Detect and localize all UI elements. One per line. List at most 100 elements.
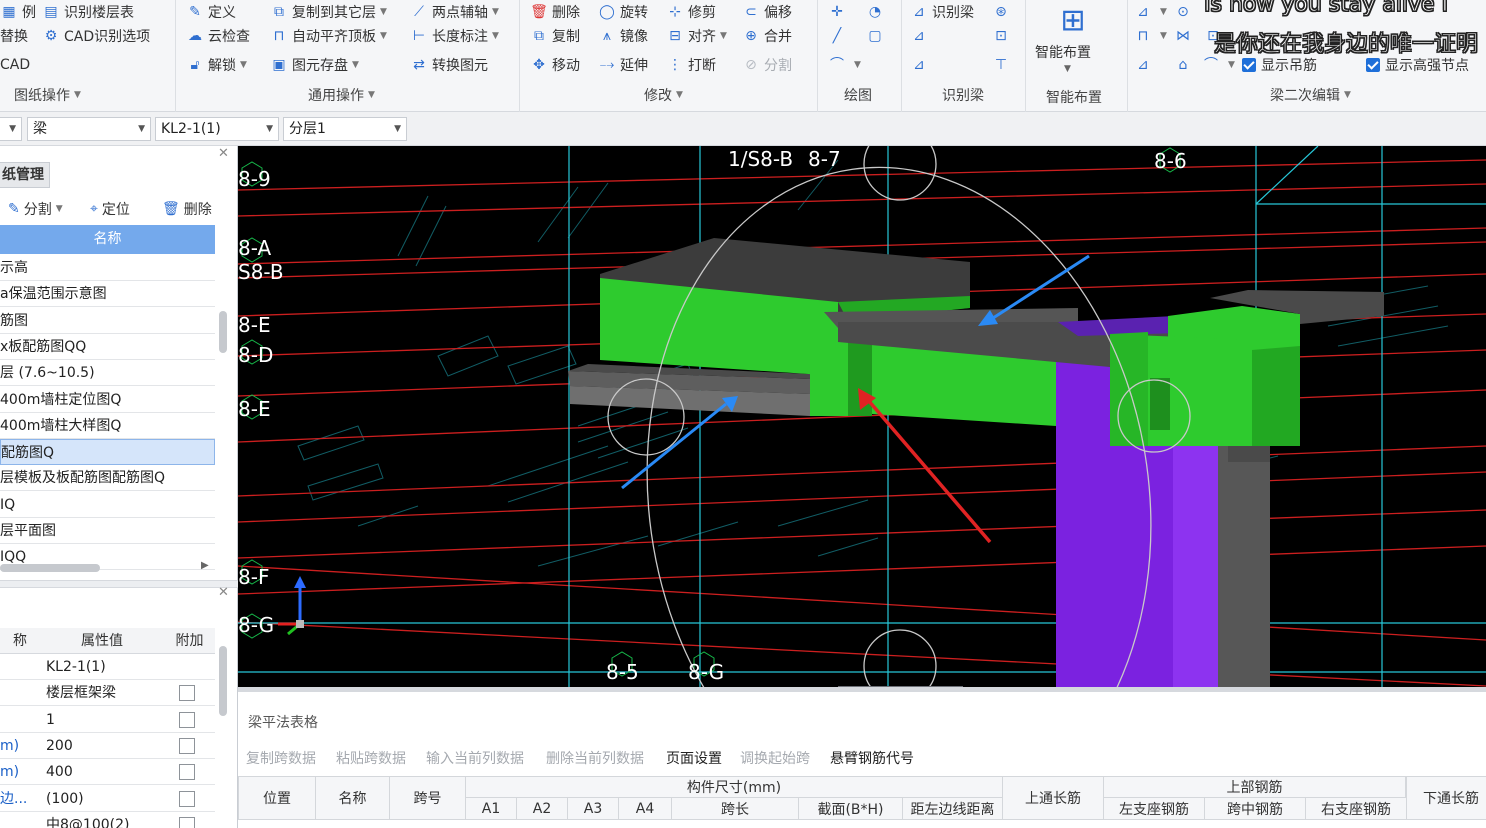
drawing-list-item[interactable]: a保温范围示意图 [0,281,215,308]
beam-edit-tool-2[interactable]: ⊙ [1174,0,1196,24]
rotate-button[interactable]: ◯ 旋转 [598,0,648,24]
drawing-list-item[interactable]: 400m墙柱定位图Q [0,387,215,413]
identify-tool-5-button[interactable]: ⊤ [992,53,1014,77]
split-drawing-button[interactable]: ✎ 分割 ▼ [8,198,63,220]
auto-align-roof-button[interactable]: ⊓ 自动平齐顶板 ▼ [270,24,387,48]
copy-span-button[interactable]: 复制跨数据 [246,748,316,768]
merge-button[interactable]: ⊕ 合并 [742,24,792,48]
break-button[interactable]: ⋮ 打断 [666,53,716,77]
cloud-check-button[interactable]: ☁ 云检查 [186,24,250,48]
drawing-list-item[interactable]: 筋图 [0,308,215,334]
beam-edit-tool-4[interactable]: ⋈ [1174,24,1196,48]
drawing-list-item[interactable]: x板配筋图QQ [0,334,215,360]
identify-tool-1-button[interactable]: ⊛ [992,0,1014,24]
draw-point-button[interactable]: ✛ [828,0,850,24]
scroll-right-icon[interactable]: ▶ [201,560,209,571]
floor-select[interactable]: ▼ [0,117,22,141]
property-value[interactable]: 1 [46,707,161,733]
element-type-select[interactable]: 梁 ▼ [27,117,151,141]
property-value[interactable]: (100) [46,786,161,812]
property-row[interactable]: KL2-1(1) [0,654,215,680]
drawing-list-item[interactable]: 层模板及板配筋图配筋图Q [0,465,215,492]
move-button[interactable]: ✥ 移动 [530,53,580,77]
locate-drawing-button[interactable]: ⌖ 定位 [90,198,130,220]
property-value[interactable]: 楼层框架梁 [46,680,161,706]
property-row[interactable]: 1 [0,707,215,733]
property-value[interactable]: 中8@100(2) [46,812,161,828]
close-icon[interactable]: ✕ [218,585,229,600]
extend-button[interactable]: ⤍ 延伸 [598,53,648,77]
property-row[interactable]: m) 400 [0,759,215,786]
split-button[interactable]: ⊘ 分割 [742,53,792,77]
delete-drawing-button[interactable]: 🗑︎ 删除 [162,198,212,220]
group-title-modify[interactable]: 修改 ▼ [644,84,683,106]
property-value[interactable]: 400 [46,759,161,785]
property-scrollbar[interactable] [219,646,227,716]
close-icon[interactable]: ✕ [218,146,229,161]
element-name-select[interactable]: KL2-1(1) ▼ [155,117,279,141]
delete-column-button[interactable]: 删除当前列数据 [546,748,644,768]
property-row[interactable]: 楼层框架梁 [0,680,215,707]
paste-span-button[interactable]: 粘贴跨数据 [336,748,406,768]
panel-splitter[interactable] [0,580,238,588]
property-row[interactable]: m) 200 [0,733,215,759]
draw-rect-button[interactable]: ▢ [866,24,888,48]
property-value[interactable]: KL2-1(1) [46,654,161,680]
group-title-beam-edit[interactable]: 梁二次编辑 ▼ [1270,84,1351,106]
group-title-drawing-ops[interactable]: 图纸操作 ▼ [14,84,81,106]
identify-beam-button[interactable]: ⊿ 识别梁 [910,0,974,24]
drawing-list-item[interactable]: IQ [0,492,215,518]
cad-options-button[interactable]: ⚙ CAD识别选项 [42,24,150,48]
align-button[interactable]: ⊟ 对齐 ▼ [666,24,727,48]
extra-checkbox[interactable] [179,764,195,781]
drawing-list-item[interactable]: 层 (7.6~10.5) [0,360,215,387]
drawing-list-hscrollbar[interactable] [0,564,100,572]
property-value[interactable]: 200 [46,733,161,759]
length-mark-button[interactable]: ⊢ 长度标注 ▼ [410,24,499,48]
beam-edit-tool-1[interactable]: ⊿ ▼ [1134,0,1167,24]
draw-line-button[interactable]: ╱ [828,24,850,48]
example-button[interactable]: ▦ 例 [0,0,36,24]
identify-tool-3-button[interactable]: ⊡ [992,24,1014,48]
copy-button[interactable]: ⧉ 复制 [530,24,580,48]
extra-checkbox[interactable] [179,685,195,702]
mirror-button[interactable]: ⩚ 镜像 [598,24,648,48]
cantilever-code-button[interactable]: 悬臂钢筋代号 [830,748,914,768]
gray-slab-left[interactable] [568,364,810,416]
replace-button[interactable]: 替换 [0,24,28,48]
sublayer-select[interactable]: 分层1 ▼ [283,117,407,141]
smart-layout-button[interactable]: 智能布置 [1035,40,1091,64]
drawing-list-scrollbar[interactable] [219,311,227,353]
extra-checkbox[interactable] [179,816,195,828]
extra-checkbox[interactable] [179,737,195,754]
unlock-button[interactable]: 🔓︎ 解锁 ▼ [186,53,246,77]
drawing-list-item[interactable]: 示高 [0,255,215,281]
group-title-common-ops[interactable]: 通用操作 ▼ [308,84,375,106]
property-row[interactable]: 边... (100) [0,786,215,812]
convert-element-button[interactable]: ⇄ 转换图元 [410,53,488,77]
beam-edit-tool-7[interactable]: ⌂ [1174,53,1196,77]
drawing-list-item[interactable]: 400m墙柱大样图Q [0,413,215,439]
offset-button[interactable]: ⊂ 偏移 [742,0,792,24]
swap-start-button[interactable]: 调换起始跨 [740,748,810,768]
define-button[interactable]: ✎ 定义 [186,0,236,24]
beam-edit-tool-3[interactable]: ⊓ ▼ [1134,24,1167,48]
3d-model-viewport[interactable]: 8-9 8-A S8-B 8-E 8-D 8-E 8-F 8-G 1/S8-B … [238,146,1486,687]
green-beam-right[interactable] [1110,332,1300,462]
extra-checkbox[interactable] [179,711,195,728]
input-column-button[interactable]: 输入当前列数据 [426,748,524,768]
trim-button[interactable]: ⊹ 修剪 [666,0,716,24]
extra-checkbox[interactable] [179,790,195,807]
page-setup-button[interactable]: 页面设置 [666,748,722,768]
copy-to-floor-button[interactable]: ⧉ 复制到其它层 ▼ [270,0,387,24]
drawing-list-item[interactable]: 配筋图Q [0,439,215,466]
identify-tool-4-button[interactable]: ⊿ [910,53,932,77]
property-row[interactable]: 中8@100(2) [0,812,215,828]
panel-tab-drawing-management[interactable]: 纸管理 [0,162,50,188]
delete-button[interactable]: 🗑︎ 删除 [530,0,580,24]
element-save-button[interactable]: ▣ 图元存盘 ▼ [270,53,359,77]
draw-arc-point-button[interactable]: ◔ [866,0,888,24]
draw-arc-button[interactable]: ⌒ ▼ [828,53,861,77]
two-point-axis-button[interactable]: ⟋ 两点辅轴 ▼ [410,0,499,24]
cad-button[interactable]: CAD [0,53,30,77]
